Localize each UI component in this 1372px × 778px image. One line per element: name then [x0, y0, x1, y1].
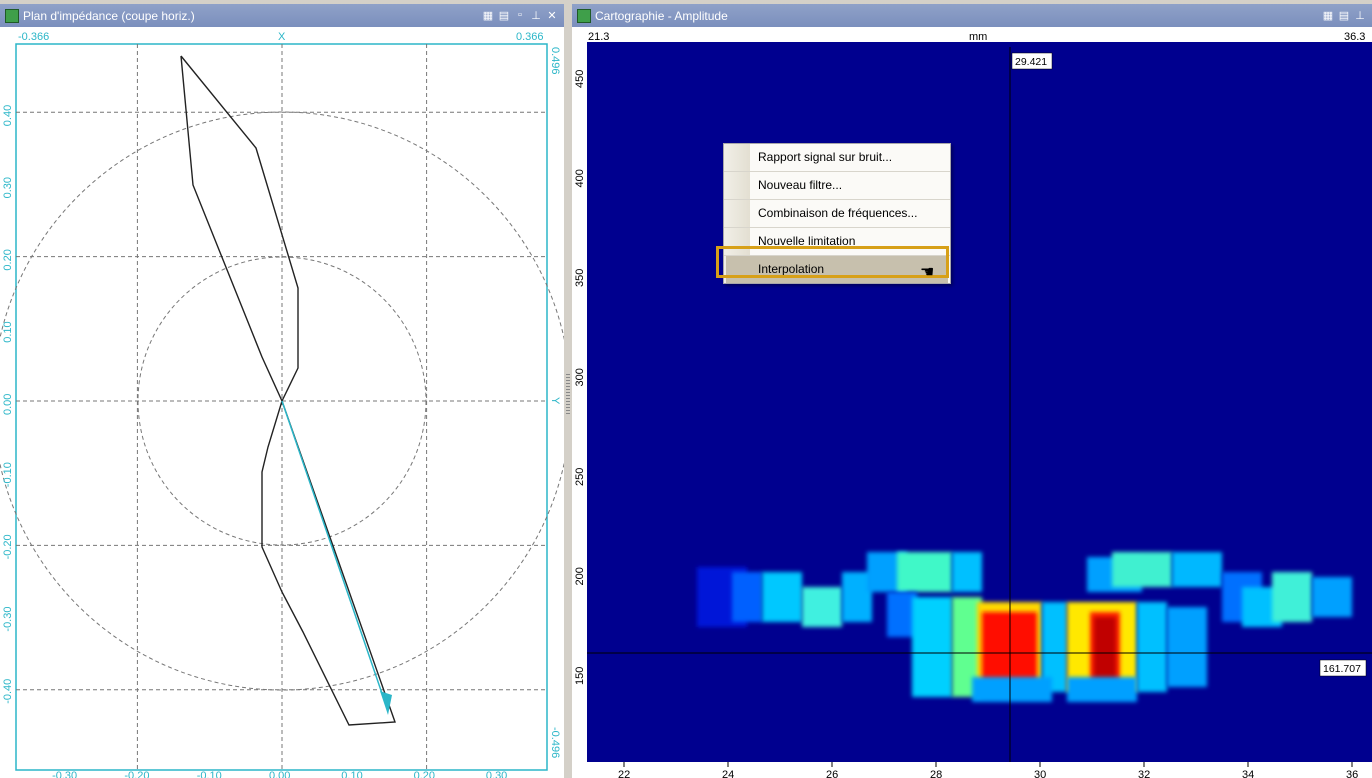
heatmap-cell: [762, 572, 802, 622]
menu-item-new-filter[interactable]: Nouveau filtre...: [724, 172, 950, 200]
y-tick-label: 200: [574, 567, 586, 585]
heatmap-cell: [1272, 572, 1312, 622]
amplitude-cscan-plot[interactable]: 29.421 161.707 21.3 mm 36.3 22 24 26 28 30 32…: [572, 27, 1372, 778]
x-tick-label: 22: [618, 769, 630, 778]
x-axis-min-label: -0.366: [18, 31, 49, 43]
y-tick-label: 300: [574, 368, 586, 386]
x-axis-name: X: [278, 31, 286, 43]
heatmap-cell: [1167, 607, 1207, 687]
x-tick-label: -0.30: [52, 770, 77, 778]
x-tick-label: 0.30: [486, 770, 507, 778]
x-axis-max-label: 0.366: [516, 31, 544, 43]
x-tick-label: 36: [1346, 769, 1358, 778]
impedance-panel-titlebar[interactable]: Plan d'impédance (coupe horiz.) ▦ ▤ ▫ ⊥ …: [0, 4, 564, 27]
y-tick-label: 150: [574, 667, 586, 685]
heatmap-cell: [1312, 577, 1352, 617]
heatmap-cell: [972, 677, 1052, 702]
amplitude-panel-titlebar[interactable]: Cartographie - Amplitude ▦ ▤ ⊥: [572, 4, 1372, 27]
window-icon: [5, 8, 19, 23]
x-tick-label: 28: [930, 769, 942, 778]
x-tick-label: -0.20: [124, 770, 149, 778]
y-tick-label: -0.40: [2, 679, 14, 704]
x-range-max-label: 36.3: [1344, 31, 1365, 43]
impedance-plot[interactable]: -0.366 X 0.366 0.496 Y -0.496 -0.30 -0.20…: [0, 27, 564, 778]
amplitude-panel-title: Cartographie - Amplitude: [595, 8, 728, 23]
y-tick-label: 250: [574, 468, 586, 486]
impedance-plane-panel: Plan d'impédance (coupe horiz.) ▦ ▤ ▫ ⊥ …: [0, 4, 564, 778]
menu-item-snr-report[interactable]: Rapport signal sur bruit...: [724, 144, 950, 172]
y-tick-label: -0.10: [2, 462, 14, 487]
y-tick-label: -0.20: [2, 534, 14, 559]
pin-icon[interactable]: ⊥: [1354, 9, 1366, 22]
restore-icon[interactable]: ▫: [514, 9, 526, 22]
y-tick-label: -0.30: [2, 607, 14, 632]
pane-splitter[interactable]: [564, 4, 572, 778]
pin-icon[interactable]: ⊥: [530, 9, 542, 22]
impedance-panel-title: Plan d'impédance (coupe horiz.): [23, 8, 195, 23]
amplitude-map-panel: Cartographie - Amplitude ▦ ▤ ⊥ 29.421 16…: [572, 4, 1372, 778]
x-tick-label: -0.10: [197, 770, 222, 778]
splitter-grip-icon[interactable]: [566, 374, 570, 414]
y-tick-label: 0.00: [2, 394, 14, 415]
cursor-y-readout: 161.707: [1323, 663, 1361, 675]
options-icon[interactable]: ▦: [1322, 9, 1334, 22]
menu-item-frequency-combination[interactable]: Combinaison de fréquences...: [724, 200, 950, 228]
database-icon[interactable]: ▤: [1338, 9, 1350, 22]
heatmap-cell: [1172, 552, 1222, 587]
x-tick-label: 32: [1138, 769, 1150, 778]
y-tick-label: 0.30: [2, 177, 14, 198]
x-tick-label: 0.00: [269, 770, 290, 778]
hand-cursor-icon: ☚: [920, 264, 935, 281]
close-icon[interactable]: ✕: [546, 9, 558, 22]
heatmap-cell: [1094, 617, 1116, 682]
cursor-x-readout: 29.421: [1015, 56, 1047, 68]
x-tick-label: 0.10: [341, 770, 362, 778]
heatmap-cell: [1067, 677, 1137, 702]
heatmap-cell: [732, 572, 762, 622]
y-axis-name: Y: [549, 397, 561, 405]
heatmap-cell: [1137, 602, 1167, 692]
heatmap-cell: [897, 552, 952, 592]
y-tick-label: 400: [574, 169, 586, 187]
options-icon[interactable]: ▦: [482, 9, 494, 22]
window-icon: [577, 8, 591, 23]
x-tick-label: 34: [1242, 769, 1254, 778]
y-tick-label: 0.10: [2, 321, 14, 342]
x-tick-label: 24: [722, 769, 734, 778]
heatmap-cell: [952, 552, 982, 592]
heatmap-cell: [912, 597, 952, 697]
x-tick-label: 0.20: [414, 770, 435, 778]
database-icon[interactable]: ▤: [498, 9, 510, 22]
y-tick-label: 0.20: [2, 249, 14, 270]
heatmap-cell: [1112, 552, 1172, 587]
heatmap-cell: [802, 587, 842, 627]
y-tick-label: 0.40: [2, 105, 14, 126]
x-unit-label: mm: [969, 31, 987, 43]
y-axis-min-label: -0.496: [549, 727, 561, 758]
y-tick-label: 350: [574, 269, 586, 287]
x-tick-label: 26: [826, 769, 838, 778]
y-axis-max-label: 0.496: [549, 47, 561, 75]
y-tick-label: 450: [574, 70, 586, 88]
x-tick-label: 30: [1034, 769, 1046, 778]
x-range-min-label: 21.3: [588, 31, 609, 43]
interpolation-highlight-box: [716, 246, 949, 278]
